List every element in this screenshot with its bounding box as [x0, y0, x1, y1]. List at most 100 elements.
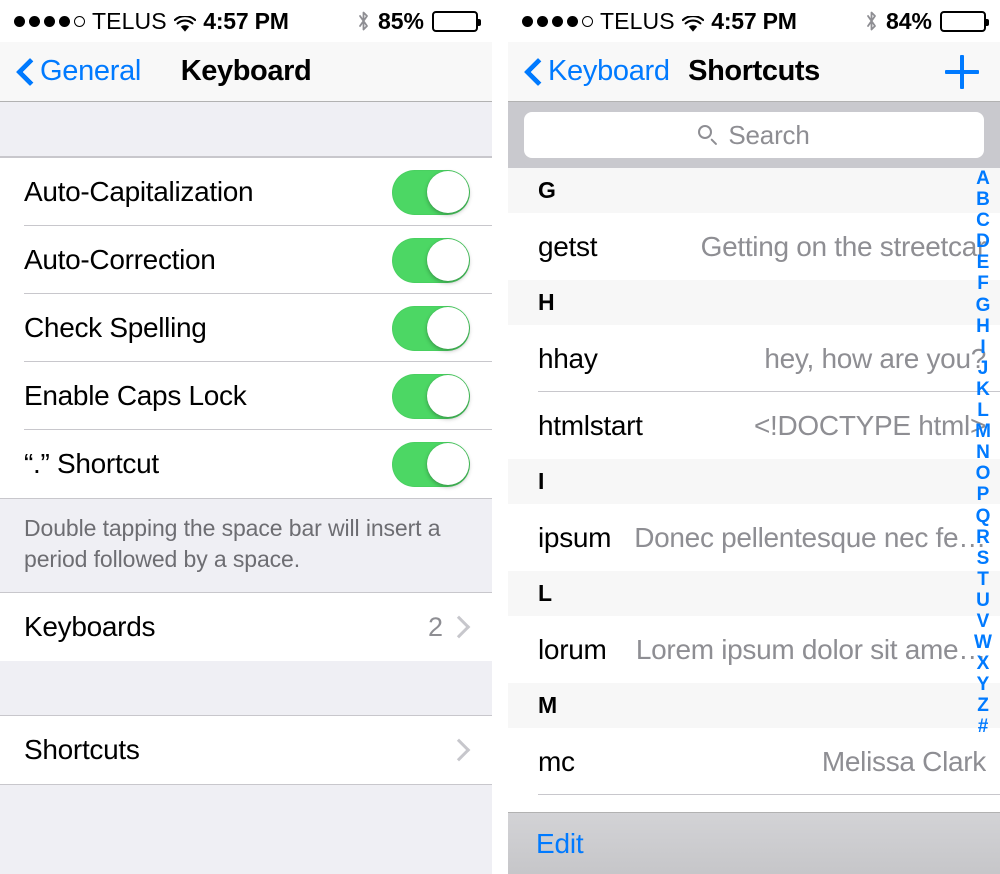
setting-row-auto-capitalization[interactable]: Auto-Capitalization: [0, 158, 492, 226]
shortcuts-screen: TELUS 4:57 PM 84% Keyboard Shortcuts Sea…: [508, 0, 1000, 874]
bottom-toolbar: Edit: [508, 812, 1000, 874]
setting-row-enable-caps-lock[interactable]: Enable Caps Lock: [0, 362, 492, 430]
wifi-icon: [681, 13, 704, 32]
shortcut-row-mc[interactable]: mc Melissa Clark: [508, 728, 1000, 795]
search-bar-container: Search: [508, 102, 1000, 168]
index-letter[interactable]: G: [976, 295, 991, 316]
shortcut-phrase: Melissa Clark: [821, 745, 986, 777]
section-header-g: G: [508, 168, 1000, 213]
shortcuts-group: Shortcuts: [0, 716, 492, 785]
index-letter[interactable]: T: [977, 569, 989, 590]
index-letter[interactable]: R: [976, 527, 990, 548]
index-letter[interactable]: C: [976, 210, 990, 231]
setting-label: Shortcuts: [24, 734, 140, 766]
setting-row-keyboards[interactable]: Keyboards 2: [0, 593, 492, 662]
section-header-h: H: [508, 280, 1000, 325]
index-letter[interactable]: N: [976, 442, 990, 463]
dual-screenshot-container: TELUS 4:57 PM 85% General Keyboard Auto-…: [0, 0, 1000, 874]
shortcut-phrase: <!DOCTYPE html>: [753, 409, 986, 441]
setting-row-auto-correction[interactable]: Auto-Correction: [0, 226, 492, 294]
navigation-bar-left: General Keyboard: [0, 42, 492, 102]
setting-row-shortcuts[interactable]: Shortcuts: [0, 716, 492, 785]
edit-button[interactable]: Edit: [536, 828, 584, 860]
back-button-general[interactable]: General: [18, 55, 141, 88]
keyboards-count: 2: [427, 611, 443, 642]
setting-label: Keyboards: [24, 611, 156, 643]
keyboard-settings-screen: TELUS 4:57 PM 85% General Keyboard Auto-…: [0, 0, 492, 874]
index-letter[interactable]: P: [977, 484, 990, 505]
battery-icon: [432, 10, 481, 32]
index-letter[interactable]: V: [977, 611, 990, 632]
back-button-label: General: [40, 55, 142, 87]
index-letter[interactable]: H: [976, 316, 990, 337]
back-button-label: Keyboard: [548, 55, 670, 87]
index-letter[interactable]: Q: [976, 506, 991, 527]
shortcut-row-lorum[interactable]: lorum Lorem ipsum dolor sit ame…: [508, 616, 1000, 683]
period-shortcut-toggle[interactable]: [392, 441, 470, 487]
shortcut-key: hhay: [538, 342, 598, 374]
index-letter[interactable]: F: [977, 273, 989, 294]
chevron-left-icon: [18, 59, 33, 85]
enable-caps-lock-toggle[interactable]: [392, 373, 470, 419]
status-bar-right: TELUS 4:57 PM 84%: [508, 0, 1000, 42]
setting-label: Auto-Capitalization: [24, 176, 254, 207]
shortcut-key: getst: [538, 230, 598, 262]
keyboard-toggle-group: Auto-Capitalization Auto-Correction Chec…: [0, 157, 492, 498]
index-letter[interactable]: X: [977, 653, 990, 674]
status-bar-right-group: 84%: [754, 8, 989, 35]
toggle-knob: [426, 307, 469, 349]
bottom-filler: [0, 784, 492, 874]
keyboards-group: Keyboards 2: [0, 593, 492, 662]
status-bar-left-group: TELUS: [522, 8, 754, 35]
auto-capitalization-toggle[interactable]: [392, 169, 470, 215]
setting-label: “.” Shortcut: [24, 448, 159, 479]
setting-row-period-shortcut[interactable]: “.” Shortcut: [0, 430, 492, 498]
toggle-knob: [426, 443, 469, 485]
search-input[interactable]: Search: [524, 112, 984, 158]
signal-strength-dots: [522, 15, 593, 27]
setting-label: Check Spelling: [24, 312, 207, 343]
section-spacer: [0, 661, 492, 717]
auto-correction-toggle[interactable]: [392, 237, 470, 283]
wifi-icon: [173, 13, 196, 32]
index-letter[interactable]: #: [978, 716, 989, 737]
toggle-knob: [426, 375, 469, 417]
chevron-left-icon: [526, 59, 541, 85]
section-header-i: I: [508, 459, 1000, 504]
shortcut-key: lorum: [538, 633, 607, 665]
index-letter[interactable]: E: [977, 252, 990, 273]
index-letter[interactable]: A: [976, 168, 990, 189]
index-letter[interactable]: W: [974, 632, 992, 653]
search-icon: [698, 124, 719, 146]
shortcut-row-htmlstart[interactable]: htmlstart <!DOCTYPE html>: [508, 392, 1000, 459]
check-spelling-toggle[interactable]: [392, 305, 470, 351]
shortcut-row-ipsum[interactable]: ipsum Donec pellentesque nec fe…: [508, 504, 1000, 571]
index-letter[interactable]: K: [976, 379, 990, 400]
index-letter[interactable]: I: [980, 337, 985, 358]
alphabet-index-bar[interactable]: A B C D E F G H I J K L M N O P Q R S T U V W X Y Z #: [970, 168, 996, 738]
shortcut-row-getst[interactable]: getst Getting on the streetcar: [508, 213, 1000, 280]
back-button-keyboard[interactable]: Keyboard: [526, 55, 670, 88]
shortcut-key: htmlstart: [538, 409, 643, 441]
index-letter[interactable]: S: [977, 548, 990, 569]
section-header-l: L: [508, 571, 1000, 616]
index-letter[interactable]: B: [976, 189, 990, 210]
plus-icon[interactable]: [942, 52, 982, 92]
panel-divider: [492, 0, 508, 874]
carrier-label: TELUS: [92, 7, 167, 34]
shortcut-phrase: Getting on the streetcar: [700, 230, 986, 262]
toggle-knob: [426, 171, 469, 213]
index-letter[interactable]: Y: [977, 674, 990, 695]
shortcut-key: ipsum: [538, 521, 612, 553]
index-letter[interactable]: U: [976, 590, 990, 611]
index-letter[interactable]: J: [978, 358, 989, 379]
index-letter[interactable]: O: [976, 463, 991, 484]
battery-icon: [940, 10, 989, 32]
shortcut-row-hhay[interactable]: hhay hey, how are you?: [508, 325, 1000, 392]
signal-strength-dots: [14, 15, 85, 27]
setting-row-check-spelling[interactable]: Check Spelling: [0, 294, 492, 362]
index-letter[interactable]: D: [976, 231, 990, 252]
index-letter[interactable]: Z: [977, 695, 989, 716]
index-letter[interactable]: L: [977, 400, 989, 421]
index-letter[interactable]: M: [975, 421, 991, 442]
